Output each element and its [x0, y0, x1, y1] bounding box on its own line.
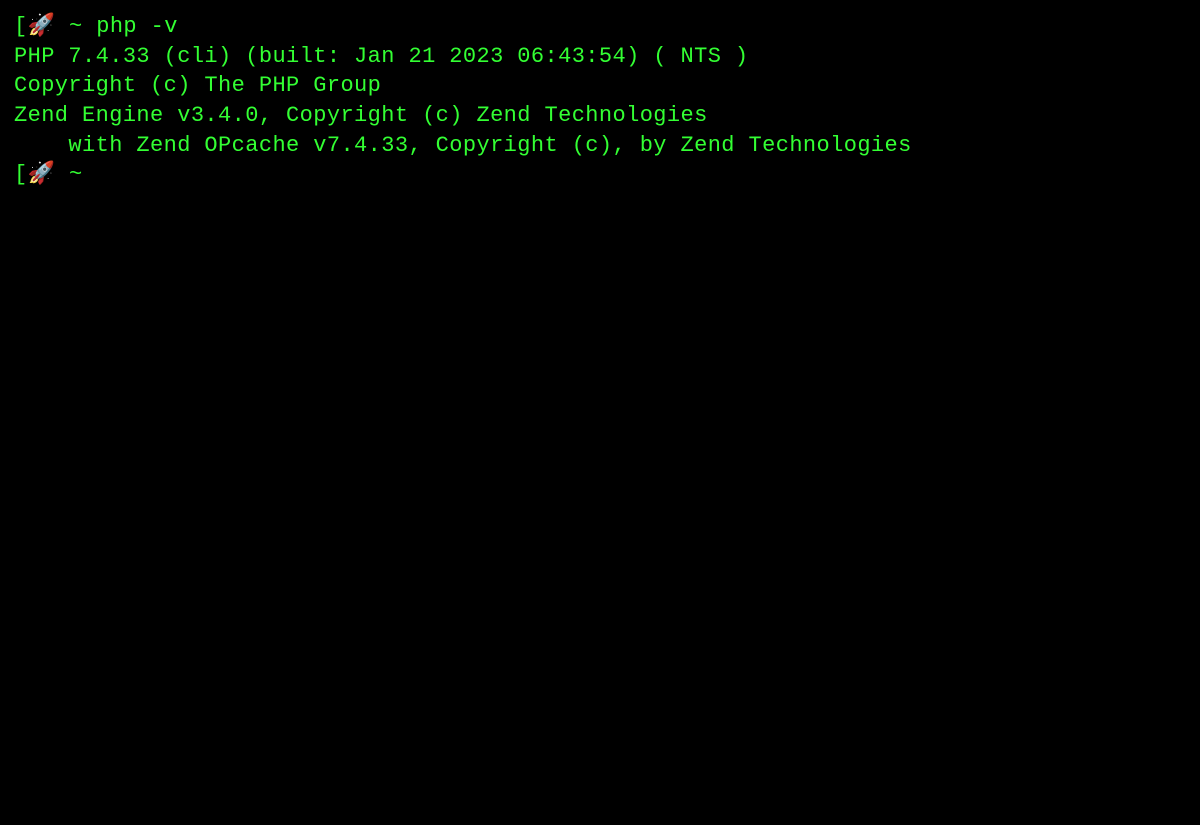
command-text: php -v — [96, 14, 178, 39]
prompt-line-2[interactable]: [🚀 ~ — [14, 160, 1186, 190]
output-line-2: Copyright (c) The PHP Group — [14, 71, 1186, 101]
output-line-1: PHP 7.4.33 (cli) (built: Jan 21 2023 06:… — [14, 42, 1186, 72]
output-line-3: Zend Engine v3.4.0, Copyright (c) Zend T… — [14, 101, 1186, 131]
rocket-icon: 🚀 — [28, 14, 56, 39]
prompt-tilde: ~ — [55, 162, 96, 187]
rocket-icon: 🚀 — [28, 162, 56, 187]
prompt-line-1: [🚀 ~ php -v — [14, 12, 1186, 42]
terminal-window[interactable]: [🚀 ~ php -v PHP 7.4.33 (cli) (built: Jan… — [14, 12, 1186, 190]
prompt-bracket: [ — [14, 14, 28, 39]
output-line-4: with Zend OPcache v7.4.33, Copyright (c)… — [14, 131, 1186, 161]
prompt-bracket: [ — [14, 162, 28, 187]
prompt-tilde: ~ — [55, 14, 96, 39]
